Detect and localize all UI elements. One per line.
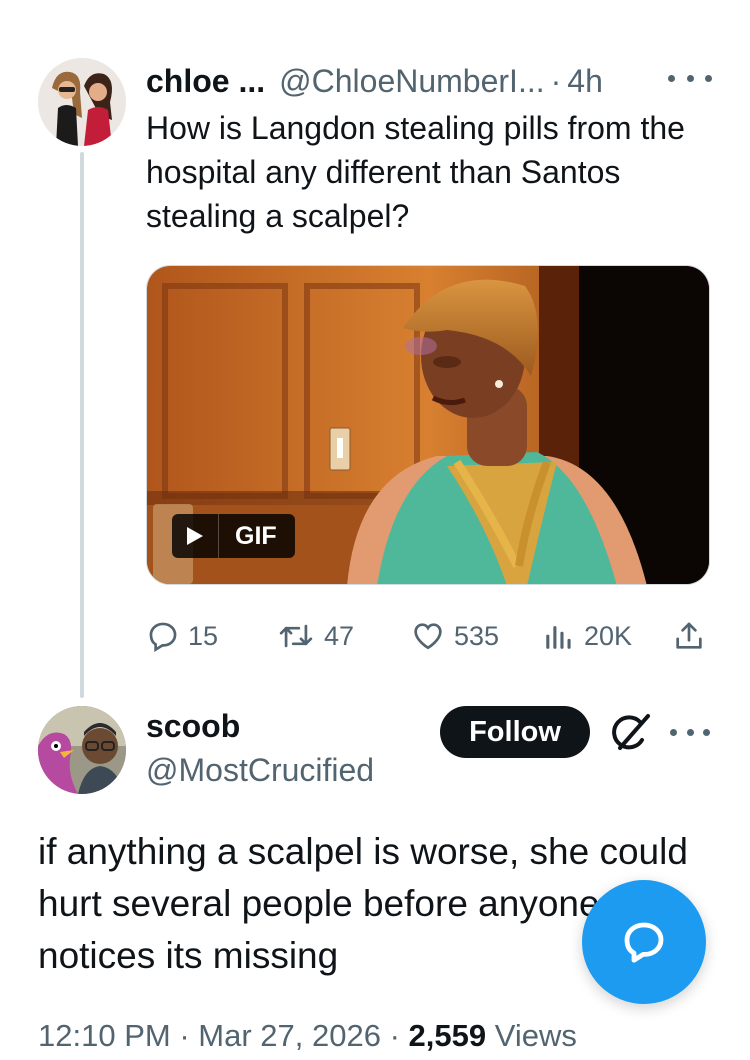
separator-dot: ·	[179, 1018, 190, 1053]
reply-icon	[149, 622, 177, 653]
more-icon[interactable]	[668, 66, 712, 90]
reply-date[interactable]: Mar 27, 2026	[198, 1018, 381, 1053]
reply-count: 15	[188, 620, 219, 651]
more-icon[interactable]	[670, 722, 710, 742]
reply-views-label: Views	[494, 1018, 577, 1053]
follow-button[interactable]: Follow	[440, 706, 590, 758]
author-avatar[interactable]	[38, 58, 126, 146]
separator-dot: ·	[389, 1018, 400, 1053]
tweet-text: How is Langdon stealing pills from the h…	[146, 110, 685, 234]
retweet-button[interactable]: 47	[276, 614, 354, 658]
reply-author-name[interactable]: scoob	[146, 708, 240, 745]
reply-button[interactable]: 15	[146, 614, 218, 658]
tweet-timestamp[interactable]: 4h	[567, 63, 603, 100]
views-count: 20K	[584, 620, 633, 651]
like-icon	[414, 623, 442, 650]
reply-author-handle[interactable]: @MostCrucified	[146, 752, 374, 789]
reply-author-avatar[interactable]	[38, 706, 126, 794]
views-button[interactable]: 20K	[542, 614, 632, 658]
reply-views-count: 2,559	[408, 1018, 487, 1053]
separator-dot: ·	[550, 62, 562, 99]
tweet-header: chloe ... @ChloeNumberI... · 4h	[146, 58, 603, 104]
retweet-icon	[279, 624, 313, 648]
share-icon	[676, 622, 702, 649]
share-button[interactable]	[672, 614, 714, 658]
like-button[interactable]: 535	[410, 614, 499, 658]
views-icon	[546, 626, 571, 649]
reply-time[interactable]: 12:10 PM	[38, 1018, 171, 1053]
author-handle[interactable]: @ChloeNumberI...	[279, 63, 544, 100]
compose-reply-button[interactable]	[582, 880, 706, 1004]
grok-icon[interactable]	[606, 710, 656, 756]
retweet-count: 47	[324, 620, 355, 651]
thread-connector-line	[80, 152, 84, 698]
reply-meta: 12:10 PM · Mar 27, 2026 · 2,559 Views	[38, 1018, 577, 1054]
author-name[interactable]: chloe ...	[146, 63, 265, 100]
play-icon[interactable]	[172, 514, 218, 558]
gif-badge[interactable]: GIF	[172, 514, 295, 558]
gif-label: GIF	[218, 514, 295, 558]
compose-reply-icon	[624, 922, 664, 963]
like-count: 535	[454, 620, 500, 651]
